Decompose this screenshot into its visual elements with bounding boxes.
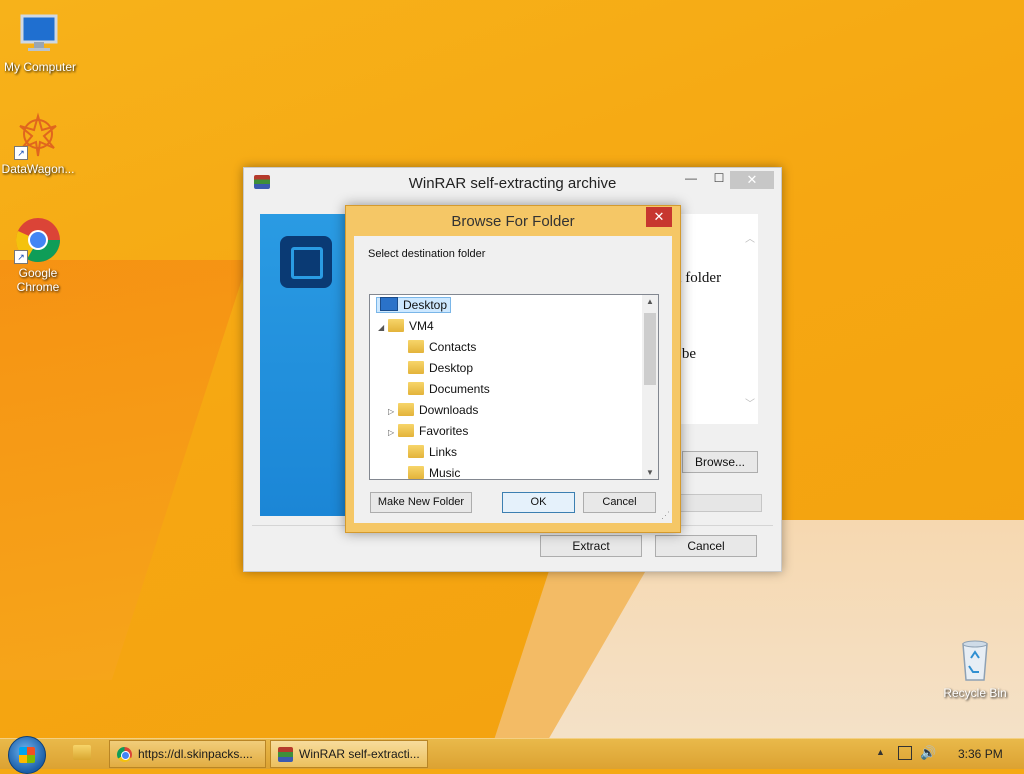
folder-tree[interactable]: Desktop ◢ VM4 Contacts Desktop Documents … (369, 294, 659, 480)
dialog-title: Browse For Folder (451, 213, 575, 230)
taskbar: https://dl.skinpacks.... WinRAR self-ext… (0, 736, 1024, 774)
folder-icon (408, 382, 424, 395)
resize-grip-icon[interactable]: ⋰ (661, 510, 670, 521)
tree-item-links[interactable]: Links (398, 442, 457, 462)
folder-icon (408, 361, 424, 374)
winrar-icon (278, 747, 293, 762)
user-folder-icon (388, 319, 404, 332)
tree-item-contacts[interactable]: Contacts (398, 337, 476, 357)
browse-for-folder-dialog: Browse For Folder ✕ Select destination f… (345, 205, 681, 533)
desktop-icon-recycle-bin[interactable]: Recycle Bin (935, 636, 1015, 700)
chrome-icon: ↗ (14, 216, 62, 264)
info-text-line: n folder (674, 270, 722, 286)
shortcut-arrow-icon: ↗ (14, 146, 28, 160)
chrome-icon (117, 747, 132, 762)
tree-item-label: Music (429, 466, 461, 480)
tree-item-label: Favorites (419, 424, 469, 438)
scroll-up-icon[interactable]: ︿ (742, 230, 758, 245)
start-button[interactable] (8, 736, 46, 774)
info-scrollbar[interactable]: ︿ ﹀ (742, 214, 758, 424)
tree-item-documents[interactable]: Documents (398, 379, 490, 399)
taskbar-item-chrome[interactable]: https://dl.skinpacks.... (109, 740, 266, 768)
minimize-button[interactable]: — (677, 171, 705, 189)
datawagon-icon: ↗ (14, 112, 62, 160)
scroll-thumb[interactable] (644, 313, 656, 385)
maximize-button[interactable]: ☐ (705, 171, 733, 189)
taskbar-item-label: https://dl.skinpacks.... (138, 747, 253, 761)
winrar-banner (260, 214, 352, 516)
close-button[interactable]: ✕ (646, 207, 672, 227)
expanded-arrow-icon[interactable]: ◢ (378, 318, 388, 338)
volume-icon[interactable]: 🔊 (920, 745, 936, 761)
folder-icon (398, 403, 414, 416)
cancel-button[interactable]: Cancel (655, 535, 757, 557)
tree-scrollbar[interactable]: ▲ ▼ (642, 295, 658, 479)
desktop-icon-label: My Computer (3, 60, 77, 74)
file-explorer-icon[interactable] (73, 745, 91, 760)
ok-button[interactable]: OK (502, 492, 575, 513)
dialog-body: Select destination folder Desktop ◢ VM4 C… (354, 236, 672, 523)
desktop-icon-google-chrome[interactable]: ↗ Google Chrome (0, 216, 78, 294)
wallpaper-shape (0, 260, 249, 680)
shortcut-arrow-icon: ↗ (14, 250, 28, 264)
folder-icon (408, 466, 424, 479)
browse-button[interactable]: Browse... (682, 451, 758, 473)
recycle-bin-icon (951, 636, 999, 684)
desktop: My Computer ↗ DataWagon... ↗ Google Chro… (0, 0, 1024, 738)
tree-item-downloads[interactable]: ▷ Downloads (388, 400, 478, 420)
desktop-icon-label: Recycle Bin (943, 686, 1007, 700)
tree-item-label: Links (429, 445, 458, 459)
tree-item-desktop[interactable]: Desktop (376, 295, 452, 315)
desktop-icon (380, 297, 398, 311)
folder-icon (408, 445, 424, 458)
collapsed-arrow-icon[interactable]: ▷ (388, 402, 398, 422)
tree-item-vm4[interactable]: ◢ VM4 (378, 316, 434, 336)
taskbar-item-label: WinRAR self-extracti... (299, 747, 420, 761)
desktop-icon-label: DataWagon... (1, 162, 75, 176)
winrar-logo-icon (280, 236, 332, 288)
network-icon[interactable] (898, 746, 912, 760)
desktop-icon-my-computer[interactable]: My Computer (0, 10, 80, 74)
make-new-folder-button[interactable]: Make New Folder (370, 492, 472, 513)
cancel-button[interactable]: Cancel (583, 492, 656, 513)
tree-item-desktop-sub[interactable]: Desktop (398, 358, 473, 378)
winrar-titlebar[interactable]: WinRAR self-extracting archive — ☐ ✕ (244, 168, 781, 198)
desktop-icon-datawagon[interactable]: ↗ DataWagon... (0, 112, 78, 176)
scroll-down-icon[interactable]: ▼ (642, 468, 658, 477)
tree-item-label: Desktop (429, 361, 474, 375)
tree-item-label: Desktop (403, 298, 448, 312)
tree-item-label: VM4 (409, 319, 434, 333)
tree-item-favorites[interactable]: ▷ Favorites (388, 421, 468, 441)
scroll-down-icon[interactable]: ﹀ (742, 395, 758, 410)
scroll-up-icon[interactable]: ▲ (642, 297, 658, 306)
show-hidden-icons-icon[interactable]: ▲ (876, 747, 885, 757)
desktop-icon-label: Google Chrome (16, 266, 60, 294)
instruction-label: Select destination folder (368, 248, 486, 260)
taskbar-item-winrar[interactable]: WinRAR self-extracti... (270, 740, 428, 768)
close-button[interactable]: ✕ (730, 171, 774, 189)
tree-item-label: Contacts (429, 340, 477, 354)
collapsed-arrow-icon[interactable]: ▷ (388, 423, 398, 443)
folder-icon (408, 340, 424, 353)
tree-item-music[interactable]: Music (398, 463, 461, 480)
progress-bar (678, 494, 762, 512)
computer-icon (16, 10, 64, 58)
tree-item-label: Downloads (419, 403, 479, 417)
clock[interactable]: 3:36 PM (958, 747, 1003, 761)
tree-item-label: Documents (429, 382, 490, 396)
extract-button[interactable]: Extract (540, 535, 642, 557)
folder-icon (398, 424, 414, 437)
